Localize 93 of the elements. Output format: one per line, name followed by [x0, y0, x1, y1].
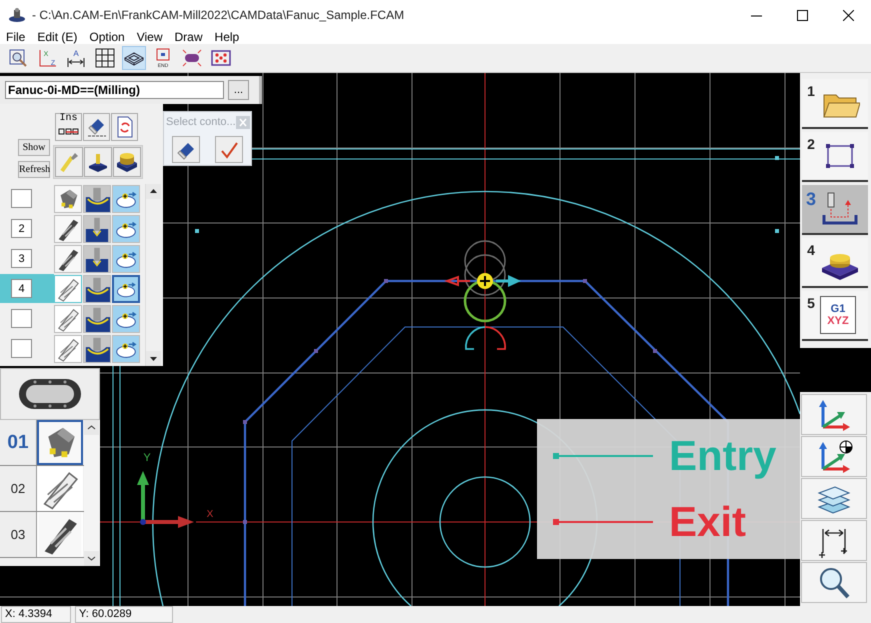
operation-row[interactable]: 2 [0, 214, 145, 243]
machine-field[interactable]: Fanuc-0i-MD==(Milling) [5, 81, 224, 99]
insert-button[interactable]: Ins [55, 113, 82, 141]
zoom-extents-icon [211, 48, 231, 68]
contour-icon [113, 186, 139, 212]
face-mill-icon [55, 186, 81, 212]
contour-icon [113, 246, 139, 272]
contour-icon [113, 216, 139, 242]
drilling-icon [84, 216, 110, 242]
fit-view-icon [182, 48, 202, 68]
pocket-icon [84, 306, 110, 332]
pocket-icon [84, 276, 110, 302]
browse-button[interactable]: ... [228, 80, 249, 100]
legend-label: Entry [669, 434, 776, 478]
tool-button[interactable] [801, 436, 867, 477]
show-button[interactable]: Show [18, 139, 50, 156]
chain-button[interactable] [0, 368, 100, 420]
confirm-button[interactable] [215, 136, 244, 163]
point-marker [243, 520, 247, 524]
refresh-button[interactable]: Refresh [18, 161, 50, 178]
menu-item[interactable]: Draw [170, 30, 208, 44]
toolbar-button[interactable] [93, 46, 117, 70]
gcode-document-icon: G1 XYZ [820, 296, 856, 334]
boss-block-icon [116, 151, 138, 173]
toolbar-button[interactable] [113, 147, 141, 177]
eraser-button[interactable] [172, 136, 200, 163]
refresh-doc-button[interactable] [111, 113, 138, 141]
number-field[interactable]: 3 [11, 249, 32, 268]
drill-icon [55, 246, 81, 272]
menu-item[interactable]: File [1, 30, 30, 44]
pocket-icon [84, 186, 110, 212]
tool-button[interactable] [801, 478, 867, 519]
drilling-icon [84, 246, 110, 272]
step-tab[interactable]: 4 [802, 238, 868, 288]
eraser-icon [86, 116, 108, 138]
delete-button[interactable] [83, 113, 110, 141]
menu-item[interactable]: Option [84, 30, 130, 44]
face-mill-icon [39, 422, 81, 463]
point-marker [775, 229, 779, 233]
maximize-icon [796, 10, 808, 20]
operation-row[interactable]: 4 [0, 274, 145, 303]
app-icon [8, 7, 26, 23]
end-mill-icon [55, 336, 81, 362]
menu-item[interactable]: Edit (E) [32, 30, 82, 44]
point-marker [243, 420, 247, 424]
axis-label: Y [143, 452, 151, 464]
tool-button[interactable] [801, 562, 867, 603]
close-icon [238, 118, 248, 126]
drill-icon [55, 216, 81, 242]
toolbar-button[interactable] [122, 46, 146, 70]
scrollbar[interactable] [145, 184, 161, 366]
x-axis-arrow [140, 516, 194, 528]
pocket-block-icon [87, 151, 109, 173]
legend-label: Exit [669, 500, 746, 544]
exit-arc [484, 326, 506, 350]
step-tab[interactable]: 5 G1 XYZ [802, 291, 868, 341]
tool-holder-icon [58, 151, 80, 173]
point-marker [314, 349, 318, 353]
window-title: - C:\An.CAM-En\FrankCAM-Mill2022\CAMData\Fanuc_Sample.FCAM [32, 8, 406, 22]
point-marker [583, 279, 587, 283]
toolbar-button[interactable] [84, 147, 112, 177]
contour-icon [113, 336, 139, 362]
step-tab[interactable]: 1 [802, 79, 868, 129]
number-field[interactable] [11, 189, 32, 208]
point-marker [384, 279, 388, 283]
y-axis-arrow [137, 471, 149, 522]
menu-item[interactable]: Help [210, 30, 244, 44]
dialog-title: Select conto... [166, 116, 236, 128]
number-field[interactable]: 4 [11, 279, 32, 298]
number-field[interactable]: 2 [11, 219, 32, 238]
drill-icon [38, 513, 82, 556]
pocket-icon [84, 336, 110, 362]
end-mill-icon [55, 306, 81, 332]
operation-row[interactable]: 3 [0, 244, 145, 273]
tool-button[interactable] [801, 520, 867, 561]
zoom-window-icon [8, 48, 28, 68]
scrollbar[interactable] [84, 420, 100, 566]
menu-item[interactable]: View [132, 30, 168, 44]
grid-icon [95, 48, 115, 68]
number-field[interactable] [11, 339, 32, 358]
x-coordinate: X: 4.3394 [1, 606, 71, 622]
point-marker [653, 349, 657, 353]
contour-icon [113, 306, 139, 332]
end-mill-icon [55, 276, 81, 302]
number-field[interactable] [11, 309, 32, 328]
entry-arc [465, 326, 486, 350]
step-tab[interactable]: 2 [802, 132, 868, 182]
y-coordinate: Y: 60.0289 [75, 606, 173, 622]
contour-icon [114, 276, 138, 300]
point-marker [775, 156, 779, 160]
close-icon [842, 10, 854, 20]
point-marker [195, 229, 199, 233]
axis-label: X [206, 509, 214, 520]
